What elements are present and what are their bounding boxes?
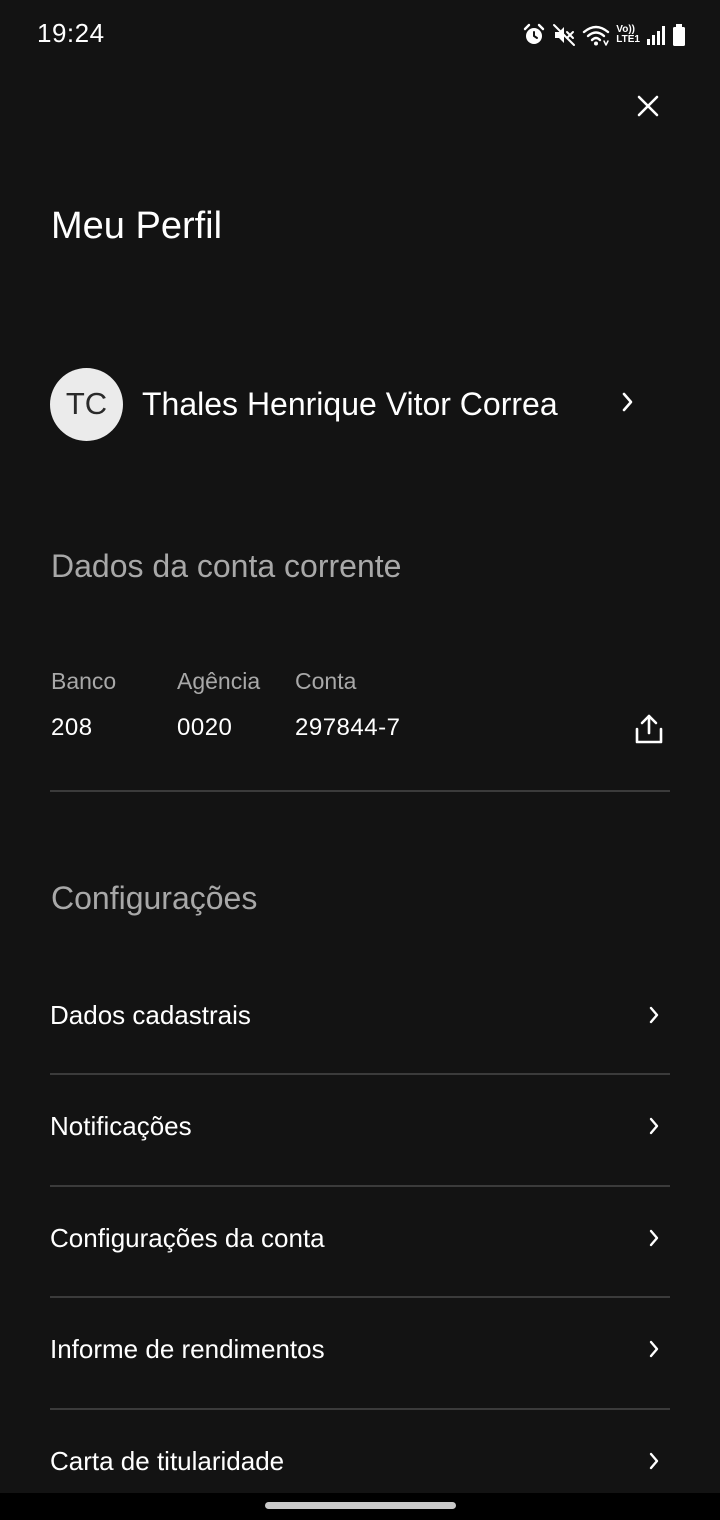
menu-item-label: Notificações: [50, 1110, 192, 1141]
settings-section-title: Configurações: [51, 880, 258, 916]
battery-icon: [673, 24, 685, 46]
divider: [50, 1073, 670, 1075]
chevron-right-icon: [649, 1452, 659, 1470]
account-section-title: Dados da conta corrente: [51, 548, 402, 584]
close-button[interactable]: [628, 86, 668, 126]
page-title: Meu Perfil: [51, 205, 223, 247]
menu-item-informe-de-rendimentos[interactable]: Informe de rendimentos: [50, 1309, 670, 1389]
volte-lte-icon: Vo)) LTE1: [616, 25, 640, 45]
signal-icon: [647, 26, 665, 45]
divider: [50, 1296, 670, 1298]
avatar-initials: TC: [65, 386, 108, 421]
wifi-icon: [583, 25, 610, 46]
divider: [50, 1185, 670, 1187]
divider: [50, 790, 670, 792]
menu-item-label: Configurações da conta: [50, 1222, 325, 1253]
share-icon: [635, 714, 663, 744]
chevron-right-icon: [649, 1117, 659, 1135]
agency-value: 0020: [177, 714, 233, 741]
menu-item-configuracoes-da-conta[interactable]: Configurações da conta: [50, 1198, 670, 1278]
account-label: Conta: [295, 668, 357, 694]
profile-name: Thales Henrique Vitor Correa: [142, 385, 558, 422]
alarm-icon: [524, 23, 545, 44]
bank-label: Banco: [51, 668, 117, 694]
menu-item-dados-cadastrais[interactable]: Dados cadastrais: [50, 975, 670, 1055]
share-button[interactable]: [628, 708, 670, 750]
menu-item-label: Carta de titularidade: [50, 1445, 285, 1476]
profile-row[interactable]: TC Thales Henrique Vitor Correa: [50, 367, 670, 441]
status-icons: Vo)) LTE1: [522, 20, 686, 50]
system-nav-bar: [0, 1493, 720, 1520]
lte-label: LTE1: [616, 34, 640, 45]
mute-icon: [553, 24, 576, 46]
chevron-right-icon: [649, 1340, 659, 1358]
account-value: 297844-7: [295, 714, 401, 741]
chevron-right-icon: [622, 392, 633, 412]
menu-item-carta-de-titularidade[interactable]: Carta de titularidade: [50, 1421, 670, 1501]
chevron-right-icon: [649, 1006, 659, 1024]
avatar: TC: [50, 367, 123, 441]
chevron-right-icon: [649, 1229, 659, 1247]
divider: [50, 1408, 670, 1410]
status-time: 19:24: [37, 18, 105, 48]
menu-item-notificacoes[interactable]: Notificações: [50, 1086, 670, 1166]
home-indicator[interactable]: [265, 1502, 456, 1509]
close-icon: [637, 95, 659, 117]
bank-value: 208: [51, 714, 93, 741]
agency-label: Agência: [177, 668, 261, 694]
status-bar: 19:24 Vo)) LTE1: [0, 0, 720, 70]
menu-item-label: Informe de rendimentos: [50, 1333, 325, 1364]
menu-item-label: Dados cadastrais: [50, 999, 251, 1030]
